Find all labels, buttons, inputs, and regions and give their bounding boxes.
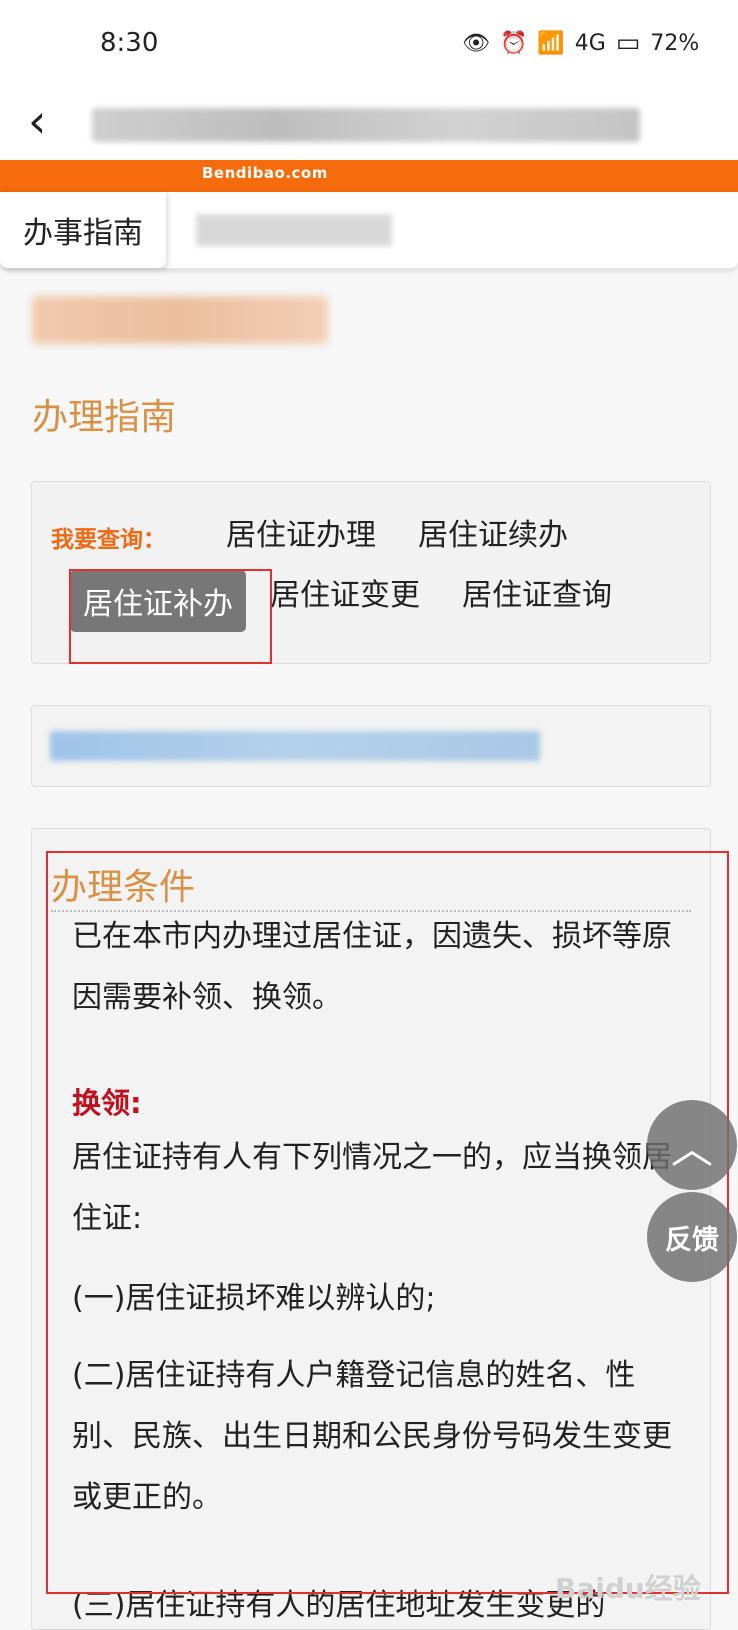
back-icon[interactable]: ‹ [28,98,68,148]
city-heading-blurred [32,296,328,344]
query-link-change[interactable]: 居住证变更 [270,570,420,614]
notice-link-blurred[interactable] [50,731,540,761]
battery-icon: ▭ [615,28,641,58]
feedback-button[interactable]: 反馈 [647,1192,737,1282]
scroll-top-button[interactable]: ︿ [647,1100,737,1190]
wifi-icon: 📶 [537,30,565,56]
eye-icon: 👁 [462,30,490,56]
status-time: 8:30 [100,28,159,58]
highlight-box-conditions [46,851,729,1594]
section-title: 办理指南 [32,397,177,438]
highlight-box-reissue [69,569,272,664]
query-label: 我要查询： [51,527,166,553]
breadcrumb: 办事指南 [0,192,738,269]
brand-logo: Bendibao.com [202,164,328,182]
query-link-search[interactable]: 居住证查询 [462,570,612,614]
breadcrumb-tab-guide[interactable]: 办事指南 [0,192,166,268]
status-icons: 👁 ⏰ 📶 4G ▭ 72% [462,28,699,58]
page-title-blurred [92,108,640,142]
alarm-icon: ⏰ [499,30,528,56]
query-link-renew[interactable]: 居住证续办 [418,510,568,554]
status-bar: 8:30 👁 ⏰ 📶 4G ▭ 72% [0,0,738,90]
app-bar: ‹ [0,90,738,160]
chevron-up-icon: ︿ [670,1123,713,1173]
signal-4g-icon: 4G [574,30,606,56]
watermark-logo: Baidu经验 [555,1572,701,1605]
battery-percent: 72% [650,30,700,56]
breadcrumb-item-blurred[interactable] [196,214,392,246]
brand-bar: Bendibao.com [0,160,738,192]
query-link-apply[interactable]: 居住证办理 [226,510,376,554]
